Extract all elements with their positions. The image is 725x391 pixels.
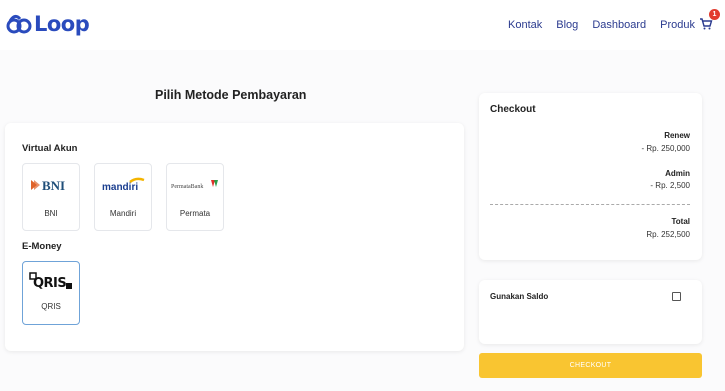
use-saldo-label: Gunakan Saldo (490, 292, 549, 301)
nav-produk[interactable]: Produk (660, 19, 695, 31)
checkout-summary-card: Checkout Renew - Rp. 250,000 Admin - Rp.… (479, 93, 702, 260)
bni-logo: BNI (23, 174, 79, 196)
main-nav: Kontak Blog Dashboard Produk (508, 19, 695, 31)
bank-option-permata[interactable]: PermataBank Permata (166, 163, 224, 231)
virtual-account-label: Virtual Akun (22, 143, 78, 154)
renew-value: - Rp. 250,000 (641, 144, 690, 153)
bank-name-bni: BNI (44, 209, 58, 218)
checkout-title: Checkout (490, 104, 536, 115)
nav-kontak[interactable]: Kontak (508, 19, 542, 31)
cart-button[interactable]: 1 (699, 9, 720, 33)
bank-name-permata: Permata (179, 209, 211, 218)
checkout-button[interactable]: CHECKOUT (479, 353, 702, 378)
use-saldo-checkbox[interactable] (672, 292, 681, 301)
page-title: Pilih Metode Pembayaran (155, 88, 307, 102)
bank-option-mandiri[interactable]: mandiri Mandiri (94, 163, 152, 231)
permata-logo: PermataBank (167, 174, 223, 196)
bank-option-bni[interactable]: BNI BNI (22, 163, 80, 231)
total-label: Total (671, 217, 690, 226)
total-value: Rp. 252,500 (646, 230, 690, 239)
qris-logo: QRIS (23, 270, 79, 292)
admin-label: Admin (665, 169, 690, 178)
emoney-name-qris: QRIS (41, 302, 61, 311)
mandiri-logo-text: mandiri (102, 182, 138, 193)
emoney-option-qris[interactable]: QRIS QRIS (22, 261, 80, 325)
qris-logo-text: QRIS (33, 276, 66, 291)
top-header: Loop Kontak Blog Dashboard Produk 1 (0, 0, 725, 50)
admin-value: - Rp. 2,500 (650, 181, 690, 190)
renew-label: Renew (664, 131, 690, 140)
saldo-card: Gunakan Saldo (479, 280, 702, 344)
mandiri-logo: mandiri (95, 174, 151, 196)
brand-logo[interactable]: Loop (6, 12, 90, 36)
emoney-label: E-Money (22, 241, 62, 252)
bank-name-mandiri: Mandiri (109, 209, 137, 218)
cart-count-badge: 1 (709, 9, 720, 20)
loop-logo-icon (6, 14, 32, 34)
permata-logo-text: PermataBank (171, 184, 203, 190)
payment-method-card: Virtual Akun BNI BNI mandiri Mandiri Per… (5, 123, 464, 351)
bni-logo-text: BNI (42, 178, 65, 193)
nav-blog[interactable]: Blog (556, 19, 578, 31)
nav-dashboard[interactable]: Dashboard (592, 19, 646, 31)
brand-name: Loop (34, 12, 90, 36)
summary-divider (490, 204, 690, 205)
